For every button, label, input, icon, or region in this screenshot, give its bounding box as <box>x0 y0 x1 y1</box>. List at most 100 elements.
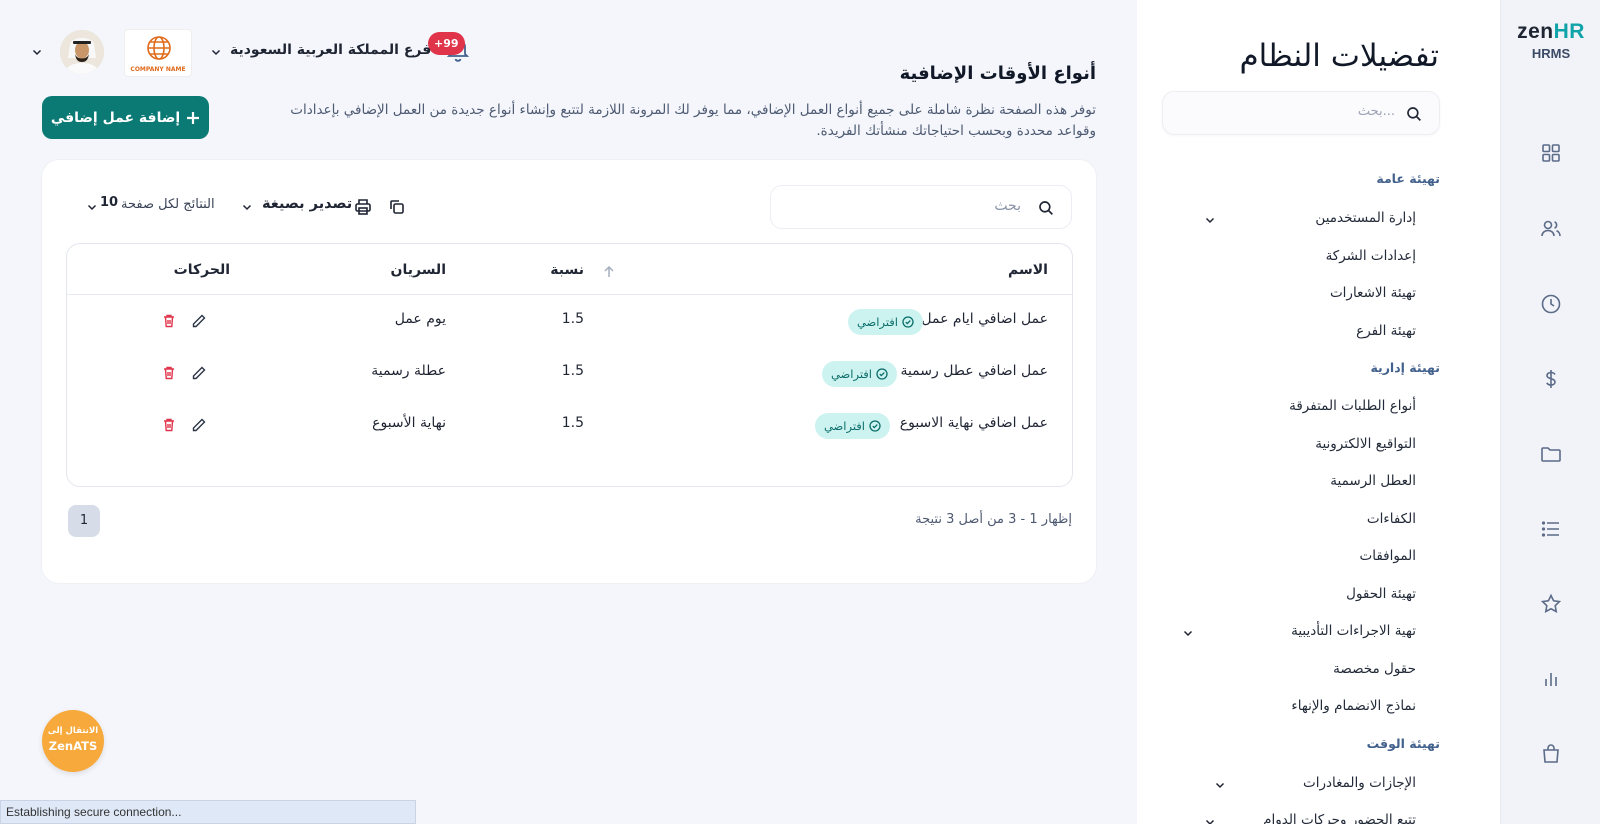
row-name: عمل اضافي عطل رسمية <box>900 363 1048 379</box>
check-circle-icon <box>902 316 914 328</box>
sidebar-item-misc-requests[interactable]: أنواع الطلبات المتفرقة <box>1289 398 1416 414</box>
table-row: عمل اضافي ايام عمل افتراضي 1.5 يوم عمل <box>67 296 1072 348</box>
sidebar-item-leaves[interactable]: الإجازات والمغادرات <box>1303 775 1416 791</box>
table-search-placeholder: بحث <box>994 198 1021 214</box>
company-logo: COMPANY NAME <box>124 29 192 77</box>
header-name[interactable]: الاسم <box>1008 262 1048 278</box>
row-rate: 1.5 <box>561 415 584 431</box>
sidebar-item-holidays[interactable]: العطل الرسمية <box>1330 473 1416 489</box>
edit-icon[interactable] <box>191 365 207 381</box>
table-header: الاسم نسبة السريان الحركات <box>67 244 1072 295</box>
chevron-down-icon[interactable] <box>1204 214 1216 226</box>
delete-icon[interactable] <box>161 365 177 381</box>
sidebar-item-custom-fields[interactable]: حقول مخصصة <box>1333 661 1416 677</box>
zenats-button[interactable]: الانتقال إلى ZenATS <box>42 710 104 772</box>
search-icon <box>1039 201 1053 215</box>
chevron-down-icon[interactable] <box>241 201 253 213</box>
check-circle-icon <box>876 368 888 380</box>
sidebar-item-e-signatures[interactable]: التواقيع الالكترونية <box>1315 436 1416 452</box>
header-applies[interactable]: السريان <box>391 262 446 278</box>
bag-icon[interactable] <box>1539 742 1563 766</box>
sidebar-search-input[interactable]: بحث... <box>1162 91 1440 135</box>
logo-sub: HRMS <box>1531 46 1571 61</box>
section-general: تهيئة عامة <box>1376 171 1440 186</box>
browser-status-bar: Establishing secure connection... <box>0 800 416 824</box>
overtime-table: الاسم نسبة السريان الحركات عمل اضافي ايا… <box>66 243 1073 487</box>
sidebar-item-disciplinary[interactable]: تهية الاجراءات التأديبية <box>1291 623 1416 639</box>
default-badge: افتراضي <box>814 413 890 439</box>
notification-badge: +99 <box>428 32 465 55</box>
per-page-select[interactable]: 10 <box>100 195 118 210</box>
icon-rail: zenHR HRMS <box>1500 0 1600 824</box>
sidebar-item-attendance[interactable]: تتبع الحضور وحركات الدوام <box>1263 812 1416 824</box>
chevron-down-icon[interactable] <box>1214 779 1226 791</box>
chevron-down-icon[interactable] <box>31 46 43 58</box>
row-rate: 1.5 <box>561 363 584 379</box>
section-admin: تهيئة إدارية <box>1370 360 1440 375</box>
per-page-label: النتائج لكل صفحة <box>121 197 215 212</box>
row-applies: عطلة رسمية <box>371 363 446 379</box>
copy-icon[interactable] <box>387 197 407 217</box>
header-actions: الحركات <box>173 262 230 278</box>
payroll-icon[interactable] <box>1539 367 1563 391</box>
edit-icon[interactable] <box>191 417 207 433</box>
default-badge-label: افتراضي <box>830 367 872 381</box>
user-avatar-icon <box>60 30 104 74</box>
add-overtime-button[interactable]: إضافة عمل إضافي <box>42 96 209 139</box>
page-description: توفر هذه الصفحة نظرة شاملة على جميع أنوا… <box>290 102 1096 139</box>
sidebar-item-notifications[interactable]: تهيئة الاشعارات <box>1330 285 1416 301</box>
delete-icon[interactable] <box>161 417 177 433</box>
search-icon <box>1407 107 1421 121</box>
zenhr-logo[interactable]: zenHR HRMS <box>1501 20 1600 61</box>
clock-icon[interactable] <box>1539 292 1563 316</box>
logo-part1: zen <box>1517 20 1554 43</box>
edit-icon[interactable] <box>191 313 207 329</box>
sidebar-item-company-settings[interactable]: إعدادات الشركة <box>1326 248 1416 264</box>
sidebar-item-approvals[interactable]: الموافقات <box>1360 548 1417 564</box>
export-dropdown[interactable]: تصدير بصيغة <box>262 196 352 212</box>
check-circle-icon <box>869 420 881 432</box>
page-title: أنواع الأوقات الإضافية <box>899 63 1096 84</box>
header-rate[interactable]: نسبة <box>550 262 584 278</box>
chevron-down-icon[interactable] <box>1204 816 1216 824</box>
branch-selector[interactable]: فرع المملكة العربية السعودية <box>230 42 431 58</box>
sidebar-item-competencies[interactable]: الكفاءات <box>1367 511 1416 527</box>
chevron-down-icon[interactable] <box>1182 627 1194 639</box>
plus-icon <box>187 111 200 124</box>
row-rate: 1.5 <box>561 311 584 327</box>
star-icon[interactable] <box>1539 592 1563 616</box>
chevron-down-icon[interactable] <box>86 201 98 213</box>
sidebar-item-fields[interactable]: تهيئة الحقول <box>1346 586 1416 602</box>
row-applies: يوم عمل <box>394 311 446 327</box>
sidebar-item-user-management[interactable]: إدارة المستخدمين <box>1315 210 1416 226</box>
table-row: عمل اضافي عطل رسمية افتراضي 1.5 عطلة رسم… <box>67 348 1072 400</box>
dashboard-icon[interactable] <box>1539 141 1563 165</box>
users-icon[interactable] <box>1539 217 1563 241</box>
avatar[interactable] <box>60 30 104 74</box>
row-name: عمل اضافي ايام عمل <box>921 311 1048 327</box>
list-icon[interactable] <box>1539 517 1563 541</box>
table-search-input[interactable]: بحث <box>770 185 1072 229</box>
default-badge-label: افتراضي <box>823 419 865 433</box>
logo-part2: HR <box>1553 20 1585 43</box>
reports-icon[interactable] <box>1539 667 1563 691</box>
default-badge: افتراضي <box>847 309 923 335</box>
globe-icon <box>147 36 171 60</box>
print-icon[interactable] <box>353 197 373 217</box>
sidebar-item-branch[interactable]: تهيئة الفرع <box>1356 323 1416 339</box>
sidebar-item-onboarding[interactable]: نماذج الانضمام والإنهاء <box>1291 698 1416 714</box>
sort-arrow-icon[interactable] <box>603 265 615 279</box>
overtime-types-card: بحث تصدير بصيغة النتائج لكل صفحة 10 الاس… <box>41 159 1097 584</box>
add-button-label: إضافة عمل إضافي <box>50 109 181 126</box>
default-badge-label: افتراضي <box>856 315 898 329</box>
pagination-page-1[interactable]: 1 <box>68 505 100 537</box>
table-row: عمل اضافي نهاية الاسبوع افتراضي 1.5 نهاي… <box>67 400 1072 452</box>
ats-line1: الانتقال إلى <box>47 726 99 736</box>
sidebar-search-placeholder: بحث... <box>1357 104 1395 119</box>
default-badge: افتراضي <box>821 361 897 387</box>
folder-icon[interactable] <box>1539 442 1563 466</box>
results-count: إظهار 1 - 3 من أصل 3 نتيجة <box>915 512 1072 527</box>
chevron-down-icon[interactable] <box>210 46 222 58</box>
company-name: COMPANY NAME <box>130 66 186 73</box>
delete-icon[interactable] <box>161 313 177 329</box>
